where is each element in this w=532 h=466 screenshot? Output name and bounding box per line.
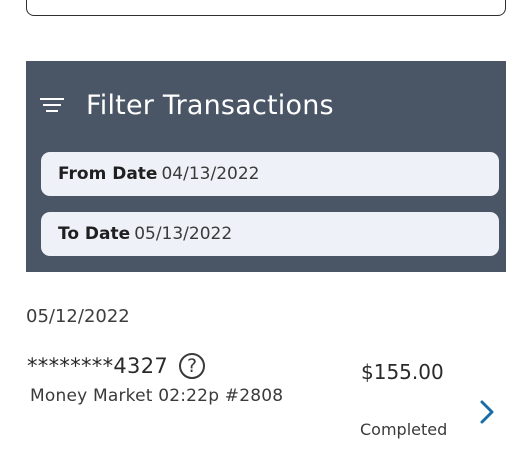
from-date-value: 04/13/2022 xyxy=(161,164,260,184)
to-date-field[interactable]: To Date 05/13/2022 xyxy=(41,212,499,256)
filter-lines-icon[interactable] xyxy=(40,96,66,114)
transaction-status: Completed xyxy=(360,420,448,439)
transaction-row[interactable]: ********4327 ? Money Market 02:22p #2808… xyxy=(0,350,532,450)
question-circle-icon[interactable]: ? xyxy=(179,353,206,379)
from-date-field[interactable]: From Date 04/13/2022 xyxy=(41,152,499,196)
from-date-label: From Date xyxy=(58,164,158,184)
transaction-group-date: 05/12/2022 xyxy=(26,306,130,327)
to-date-value: 05/13/2022 xyxy=(134,224,233,244)
to-date-label: To Date xyxy=(58,224,131,244)
transaction-amount: $155.00 xyxy=(361,360,444,384)
account-line: ********4327 ? xyxy=(27,353,206,379)
filter-panel: Filter Transactions From Date 04/13/2022… xyxy=(26,61,506,272)
account-number: ********4327 xyxy=(27,354,169,378)
top-card xyxy=(26,0,506,16)
filter-title: Filter Transactions xyxy=(86,89,334,121)
page: Filter Transactions From Date 04/13/2022… xyxy=(0,0,532,466)
filter-header: Filter Transactions xyxy=(40,87,334,123)
chevron-right-icon[interactable] xyxy=(476,396,498,428)
transaction-description: Money Market 02:22p #2808 xyxy=(30,386,284,406)
